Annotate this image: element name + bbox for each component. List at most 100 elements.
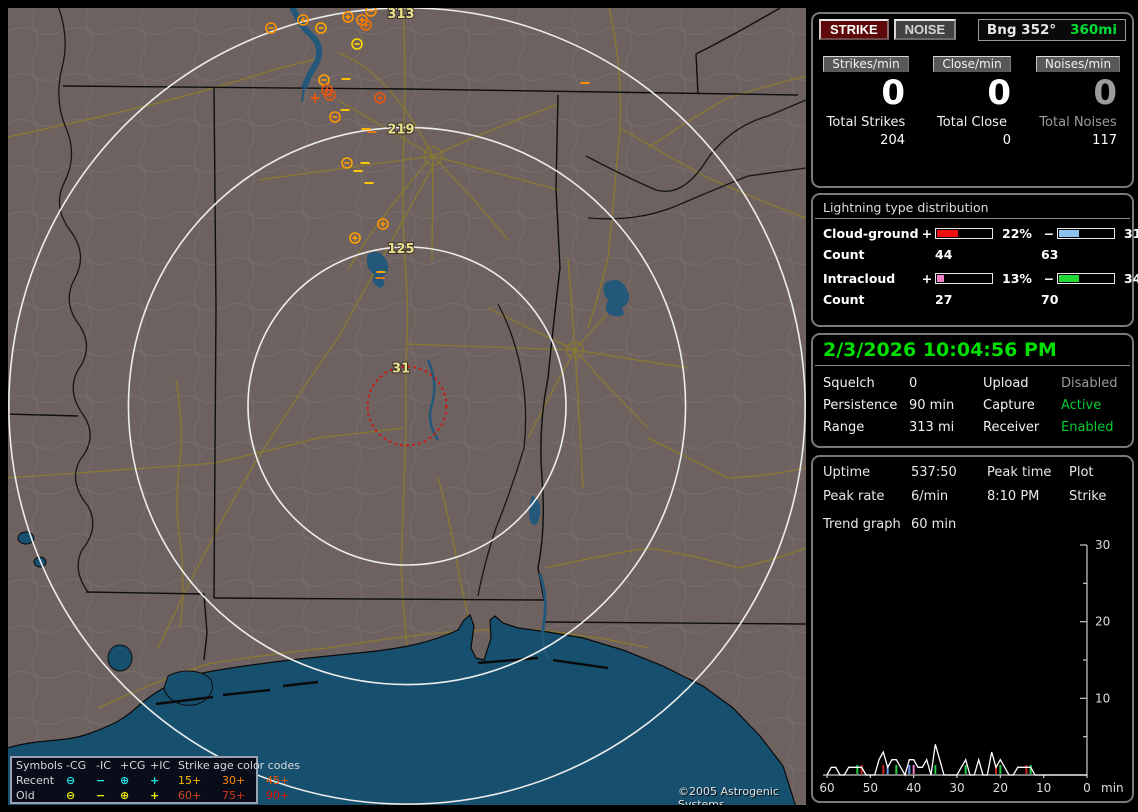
ic-minus-icon: −: [96, 774, 106, 787]
legend-col-neg-cg: -CG: [66, 759, 87, 772]
age-code: 15+: [178, 774, 202, 787]
x-axis-unit: min: [1101, 781, 1124, 795]
ic-count-label: Count: [823, 292, 865, 307]
peak-rate-value: 6/min: [911, 489, 949, 504]
total-close-label: Total Close: [937, 115, 1007, 130]
trend-graph-label: Trend graph: [823, 517, 901, 532]
y-tick-label: 30: [1095, 539, 1110, 552]
cg-count-label: Count: [823, 247, 865, 262]
intracloud-label: Intracloud: [823, 271, 896, 286]
cg-positive-count: 44: [935, 247, 953, 262]
cg-positive-pct: 22%: [1002, 226, 1032, 241]
age-code: 45+: [266, 774, 290, 787]
cg-minus-icon: ⊖: [66, 789, 76, 802]
x-tick-label: 20: [993, 781, 1008, 795]
ring-label-31: 31: [392, 362, 410, 377]
x-tick-label: 60: [819, 781, 834, 795]
plus-sign: +: [921, 226, 933, 241]
strikes-per-min-value: 0: [881, 73, 905, 113]
age-code: 30+: [222, 774, 246, 787]
upload-label: Upload: [983, 376, 1029, 391]
copyright-text: ©2005 Astrogenic Systems: [678, 785, 779, 805]
capture-label: Capture: [983, 398, 1035, 413]
counters-panel: STRIKE NOISE Bng 352° 360mi Strikes/min …: [811, 12, 1134, 188]
legend-row-old: Old ⊖ − ⊕ +60+ 75+ 90+: [12, 788, 289, 803]
legend-col-pos-ic: +IC: [150, 759, 171, 772]
cg-plus-icon: ⊕: [120, 774, 130, 787]
cg-positive-bar: [935, 228, 993, 239]
x-tick-label: 50: [863, 781, 878, 795]
bearing-range: 360mi: [1070, 22, 1117, 38]
x-tick-label: 0: [1083, 781, 1091, 795]
cg-negative-pct: 31%: [1124, 226, 1138, 241]
datetime-display: 2/3/2026 10:04:56 PM: [815, 335, 1130, 366]
age-code: 75+: [222, 789, 246, 802]
lightning-map[interactable]: 31 125 219 313 Symbols -CG -IC +CG +IC Stri…: [8, 8, 806, 805]
trend-graph-value: 60 min: [911, 517, 957, 532]
persistence-value: 90 min: [909, 398, 955, 413]
ic-negative-count: 70: [1041, 292, 1059, 307]
minus-sign: −: [1043, 271, 1055, 286]
total-noises-label: Total Noises: [1039, 115, 1117, 130]
bearing-box: Bng 352° 360mi: [977, 19, 1126, 41]
squelch-label: Squelch: [823, 376, 875, 391]
plot-label: Plot: [1069, 465, 1094, 480]
total-strikes-label: Total Strikes: [826, 115, 906, 130]
legend-col-pos-cg: +CG: [120, 759, 146, 772]
legend-age-title: Strike age color codes: [178, 759, 300, 772]
plus-sign: +: [921, 271, 933, 286]
uptime-label: Uptime: [823, 465, 871, 480]
noises-per-min-button[interactable]: Noises/min: [1035, 56, 1121, 72]
noise-button[interactable]: NOISE: [893, 19, 957, 40]
receiver-label: Receiver: [983, 420, 1040, 435]
age-code: 90+: [266, 789, 290, 802]
peak-time-value: 8:10 PM: [987, 489, 1040, 504]
trend-graph: 10 20 30 60 50 40 30 20 10 0 min: [819, 539, 1124, 795]
cg-negative-count: 63: [1041, 247, 1059, 262]
ic-positive-count: 27: [935, 292, 953, 307]
cg-negative-bar: [1057, 228, 1115, 239]
ic-plus-icon: +: [150, 789, 160, 802]
x-tick-label: 40: [906, 781, 921, 795]
ic-plus-icon: +: [150, 774, 160, 787]
capture-status: Active: [1061, 398, 1102, 413]
ring-label-219: 219: [387, 122, 414, 137]
plot-value: Strike: [1069, 489, 1107, 504]
graph-axes: [823, 544, 1088, 778]
ic-negative-pct: 34%: [1124, 271, 1138, 286]
range-value: 313 mi: [909, 420, 955, 435]
noises-per-min-value: 0: [1093, 73, 1117, 113]
peak-time-label: Peak time: [987, 465, 1052, 480]
x-tick-label: 30: [949, 781, 964, 795]
upload-status: Disabled: [1061, 376, 1118, 391]
legend-symbols-title: Symbols: [16, 759, 63, 772]
legend-row-recent: Recent ⊖ − ⊕ +15+ 30+ 45+: [12, 773, 289, 788]
ring-label-125: 125: [387, 242, 414, 257]
minus-sign: −: [1043, 226, 1055, 241]
uptime-value: 537:50: [911, 465, 957, 480]
total-noises-value: 117: [1092, 133, 1117, 148]
ic-positive-pct: 13%: [1002, 271, 1032, 286]
strikes-per-min-button[interactable]: Strikes/min: [823, 56, 909, 72]
legend-row-label: Old: [16, 789, 35, 802]
range-label: Range: [823, 420, 865, 435]
x-tick-label: 10: [1036, 781, 1051, 795]
ic-positive-bar: [935, 273, 993, 284]
squelch-value: 0: [909, 376, 918, 391]
persistence-label: Persistence: [823, 398, 898, 413]
close-per-min-button[interactable]: Close/min: [933, 56, 1011, 72]
distribution-panel: Lightning type distribution Cloud-ground…: [811, 193, 1138, 327]
info-panel: Uptime 537:50 Peak time Plot Peak rate 6…: [811, 455, 1134, 803]
close-per-min-value: 0: [987, 73, 1011, 113]
distribution-title: Lightning type distribution: [815, 195, 1130, 219]
total-close-value: 0: [1002, 133, 1011, 148]
strike-button[interactable]: STRIKE: [819, 19, 889, 40]
y-tick-label: 10: [1095, 691, 1110, 705]
age-code: 60+: [178, 789, 202, 802]
cg-plus-icon: ⊕: [120, 789, 130, 802]
ic-minus-icon: −: [96, 789, 106, 802]
bearing-label: Bng 352°: [986, 22, 1057, 38]
legend-col-neg-ic: -IC: [96, 759, 111, 772]
total-strikes-value: 204: [880, 133, 905, 148]
ring-label-313: 313: [387, 8, 414, 22]
